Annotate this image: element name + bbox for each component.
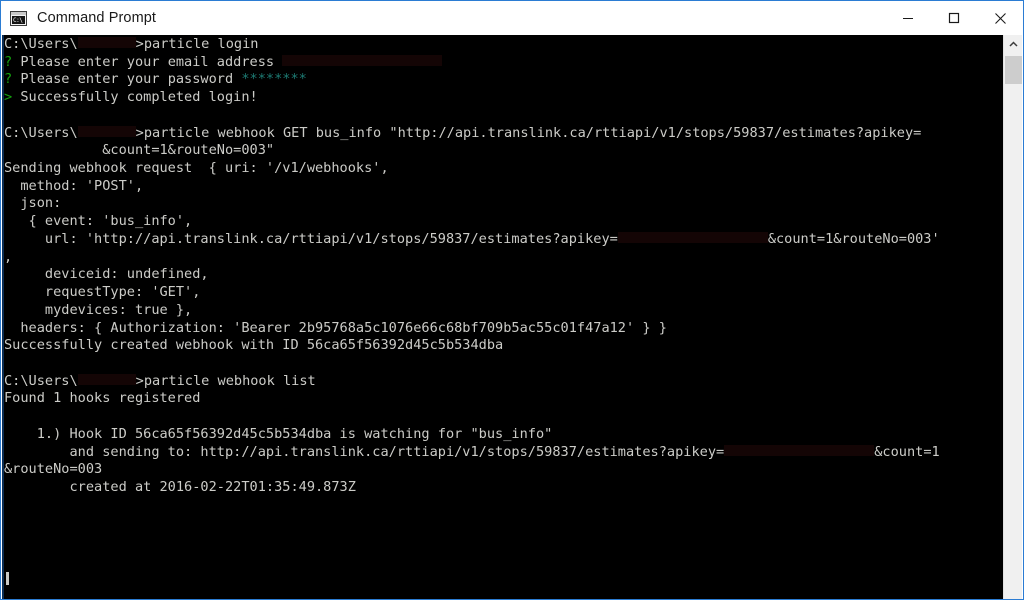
window-title: Command Prompt: [37, 10, 157, 26]
console-text-segment: &count=1&routeNo=003': [767, 230, 940, 247]
maximize-button[interactable]: [931, 1, 977, 35]
console-text-segment: created at 2016-02-22T01:35:49.873Z: [4, 478, 356, 495]
redacted-text: [282, 54, 443, 66]
scroll-up-arrow-icon[interactable]: [1004, 35, 1022, 54]
console-text-segment: 1.) Hook ID 56ca65f56392d45c5b534dba is …: [4, 425, 553, 442]
icon-titlebar-stripe: [11, 11, 26, 15]
console-text-segment: >particle login: [135, 36, 259, 52]
console-text-segment: ********: [241, 71, 307, 88]
console-text-segment: &count=1: [874, 443, 940, 460]
console-line: deviceid: undefined,: [4, 266, 1005, 284]
console-line: Found 1 hooks registered: [4, 390, 1005, 408]
console-text-segment: Please enter your password: [20, 71, 242, 88]
console-text-segment: and sending to: http://api.translink.ca/…: [4, 443, 725, 460]
console-line: &routeNo=003: [4, 461, 1005, 479]
console-text-segment: C:\Users\: [4, 124, 78, 141]
console-text-segment: &routeNo=003: [4, 461, 103, 478]
redacted-text: [724, 444, 875, 456]
console-text-segment: &count=1&routeNo=003": [4, 142, 275, 159]
console-line: Sending webhook request { uri: '/v1/webh…: [4, 160, 1005, 178]
console-line: created at 2016-02-22T01:35:49.873Z: [4, 479, 1005, 497]
console-text-segment: Found 1 hooks registered: [4, 390, 201, 407]
console-text-segment: headers: { Authorization: 'Bearer 2b9576…: [4, 319, 667, 336]
command-prompt-window: C:\ Command Prompt C:\Users\ >particle l…: [0, 0, 1024, 600]
console-line: headers: { Authorization: 'Bearer 2b9576…: [4, 320, 1005, 338]
console-line: and sending to: http://api.translink.ca/…: [4, 444, 1005, 462]
console-line: requestType: 'GET',: [4, 284, 1005, 302]
console-text-segment: method: 'POST',: [4, 177, 144, 194]
text-cursor: [6, 572, 9, 585]
redacted-text: [77, 37, 136, 48]
command-prompt-icon: C:\: [10, 10, 27, 26]
console-text-segment: ?: [4, 53, 21, 70]
console-text-segment: Sending webhook request { uri: '/v1/webh…: [4, 160, 389, 177]
console-line: ? Please enter your password ********: [4, 71, 1005, 89]
vertical-scrollbar[interactable]: [1003, 35, 1022, 599]
icon-screen-glyph: C:\: [12, 15, 25, 24]
console-line: Successfully created webhook with ID 56c…: [4, 337, 1005, 355]
console-line: { event: 'bus_info',: [4, 213, 1005, 231]
console-line: C:\Users\ >particle login: [4, 36, 1005, 54]
console-text-segment: url: 'http://api.translink.ca/rttiapi/v1…: [4, 230, 618, 247]
close-button[interactable]: [977, 1, 1023, 35]
console-line: json:: [4, 195, 1005, 213]
console-text-segment: ,: [4, 248, 13, 265]
console-line: &count=1&routeNo=003": [4, 142, 1005, 160]
console-line: method: 'POST',: [4, 178, 1005, 196]
console-line: C:\Users\ >particle webhook list: [4, 373, 1005, 391]
console-text-segment: >particle webhook GET bus_info "http://a…: [135, 124, 922, 141]
console-line: mydevices: true },: [4, 302, 1005, 320]
console-text-segment: requestType: 'GET',: [4, 284, 201, 301]
console-text-segment: deviceid: undefined,: [4, 266, 209, 283]
console-line: C:\Users\ >particle webhook GET bus_info …: [4, 125, 1005, 143]
console-text-segment: mydevices: true },: [4, 301, 193, 318]
scrollbar-track[interactable]: [1004, 84, 1022, 599]
redacted-text: [77, 373, 136, 385]
minimize-button[interactable]: [885, 1, 931, 35]
console-line: 1.) Hook ID 56ca65f56392d45c5b534dba is …: [4, 426, 1005, 444]
console-text-segment: C:\Users\: [4, 36, 78, 52]
console-text-segment: ?: [4, 71, 21, 88]
console-output-area[interactable]: C:\Users\ >particle login? Please enter y…: [2, 35, 1005, 599]
console-line: > Successfully completed login!: [4, 89, 1005, 107]
titlebar[interactable]: C:\ Command Prompt: [1, 1, 1023, 35]
console-text-segment: >: [4, 89, 21, 106]
window-controls: [885, 1, 1023, 35]
console-text-segment: Successfully created webhook with ID 56c…: [4, 337, 504, 354]
console-text-segment: { event: 'bus_info',: [4, 213, 193, 230]
console-line: ? Please enter your email address: [4, 54, 1005, 72]
scrollbar-thumb[interactable]: [1005, 56, 1022, 84]
console-line: url: 'http://api.translink.ca/rttiapi/v1…: [4, 231, 1005, 249]
console-text-segment: json:: [4, 195, 62, 212]
redacted-text: [77, 125, 136, 137]
console-line: ,: [4, 249, 1005, 267]
console-text: C:\Users\ >particle login? Please enter y…: [4, 36, 1005, 497]
redacted-text: [617, 231, 768, 243]
console-text-segment: Successfully completed login!: [20, 89, 258, 106]
console-text-segment: >particle webhook list: [135, 372, 316, 389]
console-text-segment: C:\Users\: [4, 372, 78, 389]
console-text-segment: Please enter your email address: [20, 53, 283, 70]
